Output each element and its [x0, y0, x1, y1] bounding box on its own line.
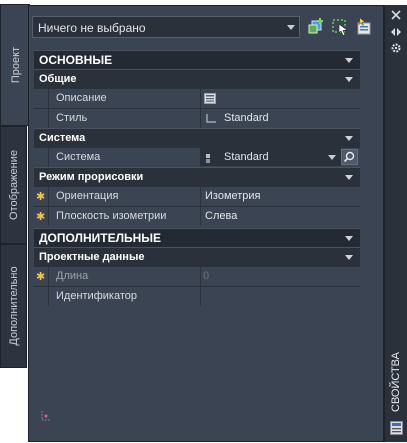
- toggle-pickadd-icon[interactable]: [354, 17, 374, 37]
- property-row-identifier[interactable]: Идентификатор: [34, 286, 360, 306]
- style-icon: [206, 114, 216, 123]
- properties-palette: Проект Отображение Дополнительно Ничего …: [0, 0, 407, 443]
- property-key: Идентификатор: [48, 287, 198, 306]
- group-system[interactable]: Система: [34, 128, 360, 147]
- group-general[interactable]: Общие: [34, 69, 360, 88]
- collapse-icon[interactable]: [345, 255, 353, 260]
- group-render-mode[interactable]: Режим прорисовки: [34, 167, 360, 186]
- property-row-style[interactable]: Стиль Standard: [34, 108, 360, 128]
- system-value: Standard: [224, 151, 269, 163]
- property-value[interactable]: Слева: [200, 207, 360, 226]
- row-gutter: ✱: [34, 207, 48, 226]
- group-general-title: Общие: [39, 73, 77, 85]
- property-value[interactable]: [200, 89, 360, 108]
- gear-icon[interactable]: [390, 42, 402, 54]
- tab-project[interactable]: Проект: [0, 4, 30, 126]
- required-star-icon: ✱: [36, 211, 46, 223]
- chevron-down-icon[interactable]: [328, 155, 336, 160]
- collapse-icon[interactable]: [345, 58, 353, 63]
- row-gutter: ✱: [34, 187, 48, 206]
- text-editor-icon[interactable]: [204, 93, 216, 104]
- property-row-iso-plane[interactable]: ✱ Плоскость изометрии Слева: [34, 206, 360, 226]
- property-row-orientation[interactable]: ✱ Ориентация Изометрия: [34, 186, 360, 206]
- section-basic-title: ОСНОВНЫЕ: [39, 53, 113, 67]
- section-basic[interactable]: ОСНОВНЫЕ: [34, 50, 360, 69]
- row-gutter: [34, 287, 48, 306]
- search-icon: [343, 151, 355, 163]
- property-key: Длина: [48, 267, 198, 286]
- property-row-system[interactable]: Система Standard: [34, 147, 360, 167]
- group-project-title: Проектные данные: [39, 251, 145, 263]
- section-extra[interactable]: ДОПОЛНИТЕЛЬНЫЕ: [34, 228, 360, 247]
- collapse-icon[interactable]: [345, 236, 353, 241]
- property-key: Ориентация: [48, 187, 198, 206]
- row-gutter: [34, 109, 48, 128]
- property-key: Стиль: [48, 109, 198, 128]
- required-star-icon: ✱: [36, 191, 46, 203]
- tab-project-label: Проект: [9, 46, 22, 84]
- property-value[interactable]: Standard: [200, 109, 360, 128]
- style-value: Standard: [224, 112, 269, 124]
- property-value[interactable]: [200, 287, 360, 306]
- tab-extra[interactable]: Дополнительно: [0, 244, 27, 368]
- close-icon[interactable]: [390, 9, 402, 21]
- tab-display[interactable]: Отображение: [0, 126, 27, 244]
- system-dropdown[interactable]: Standard: [200, 148, 360, 167]
- autohide-icon[interactable]: [390, 26, 402, 38]
- row-gutter: ✱: [34, 267, 48, 286]
- row-gutter: [34, 89, 48, 108]
- system-icon: [206, 154, 210, 163]
- quick-select-icon[interactable]: [330, 17, 350, 37]
- collapse-icon[interactable]: [345, 77, 353, 82]
- chevron-down-icon: [287, 25, 295, 30]
- group-system-title: Система: [39, 132, 86, 144]
- property-key: Описание: [48, 89, 198, 108]
- group-render-title: Режим прорисовки: [39, 171, 144, 183]
- property-key: Плоскость изометрии: [48, 207, 198, 226]
- property-grid: ОСНОВНЫЕ Общие Описание Стиль Standard С…: [34, 50, 360, 306]
- properties-icon[interactable]: [390, 421, 403, 435]
- selection-value: Ничего не выбрано: [38, 21, 146, 35]
- palette-tab-bar: Проект Отображение Дополнительно: [0, 0, 30, 443]
- add-selection-icon[interactable]: [306, 17, 326, 37]
- tab-extra-label: Дополнительно: [7, 266, 20, 346]
- ucs-icon: [41, 411, 51, 421]
- property-key: Система: [48, 148, 198, 167]
- collapse-icon[interactable]: [345, 136, 353, 141]
- properties-panel: Ничего не выбрано ОСНОВНЫЕ Общие Описани…: [28, 5, 384, 442]
- collapse-icon[interactable]: [345, 175, 353, 180]
- system-select-box[interactable]: [201, 148, 341, 166]
- palette-title: СВОЙСТВА: [390, 352, 402, 412]
- property-value: 0: [200, 267, 360, 286]
- group-project-data[interactable]: Проектные данные: [34, 247, 360, 266]
- search-button[interactable]: [341, 149, 358, 165]
- tab-display-label: Отображение: [7, 150, 20, 220]
- section-extra-title: ДОПОЛНИТЕЛЬНЫЕ: [39, 231, 162, 245]
- selection-dropdown[interactable]: Ничего не выбрано: [32, 16, 300, 38]
- row-gutter: [34, 148, 48, 167]
- required-star-icon: ✱: [36, 271, 46, 283]
- property-value[interactable]: Изометрия: [200, 187, 360, 206]
- property-row-length[interactable]: ✱ Длина 0: [34, 266, 360, 286]
- property-row-description[interactable]: Описание: [34, 88, 360, 108]
